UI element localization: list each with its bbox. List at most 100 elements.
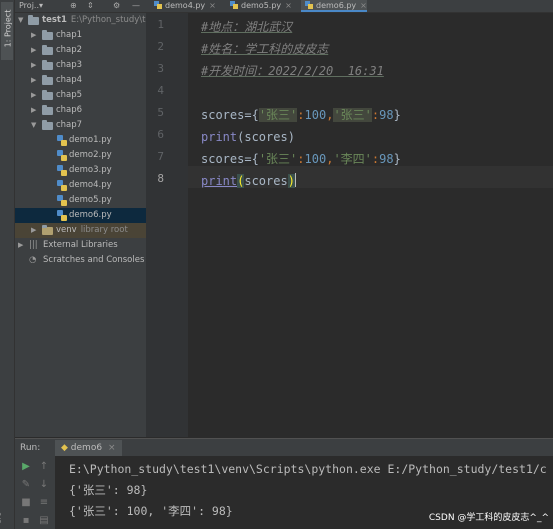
file-label: demo6.py — [69, 210, 112, 220]
tab-demo4[interactable]: demo4.py × — [150, 0, 216, 12]
text-caret — [294, 173, 296, 187]
python-file-icon — [305, 1, 313, 9]
tree-folder-chap3[interactable]: ▶ chap3 — [15, 58, 146, 73]
arguments: (scores) — [237, 130, 295, 144]
line-number: 4 — [157, 84, 164, 97]
tree-file-demo2[interactable]: demo2.py — [15, 148, 146, 163]
tab-demo5[interactable]: demo5.py × — [226, 0, 292, 12]
builtin-function: print — [201, 130, 238, 144]
comment: #开发时间：2022/2/20 16:31 — [201, 64, 384, 78]
brace: { — [251, 152, 259, 166]
expand-arrow-icon[interactable]: ▼ — [18, 13, 23, 28]
stop-icon[interactable]: ■ — [19, 496, 33, 510]
identifier: scores — [201, 152, 245, 166]
project-panel-header: Proj..▾ ⊕ ⇕ ⚙ — — [15, 0, 146, 13]
folder-label: chap3 — [56, 60, 83, 70]
folder-icon — [42, 90, 53, 100]
close-icon[interactable]: × — [209, 1, 216, 10]
comment: #地点：湖北武汉 — [201, 20, 293, 34]
code-line-7: scores={'张三':100,'李四':98} — [201, 148, 401, 170]
tree-folder-chap5[interactable]: ▶ chap5 — [15, 88, 146, 103]
expand-arrow-icon[interactable]: ▶ — [31, 43, 36, 58]
tree-file-demo1[interactable]: demo1.py — [15, 133, 146, 148]
close-icon[interactable]: × — [108, 443, 116, 453]
file-label: demo2.py — [69, 150, 112, 160]
code-line-8: print(scores) — [201, 170, 296, 192]
python-file-icon — [57, 195, 67, 206]
expand-arrow-icon[interactable]: ▶ — [31, 28, 36, 43]
folder-label: chap1 — [56, 30, 83, 40]
run-tool-header: Run: ◆ demo6 × — [15, 438, 553, 457]
operator: = — [244, 108, 252, 122]
tree-folder-venv[interactable]: ▶ venv library root — [15, 223, 146, 238]
down-arrow-icon[interactable]: ↓ — [37, 478, 51, 492]
run-tab-label: demo6 — [70, 443, 103, 453]
tab-demo6[interactable]: demo6.py × — [301, 0, 367, 12]
code-editor[interactable]: #地点：湖北武汉 #姓名：学工科的皮皮志 #开发时间：2022/2/20 16:… — [188, 13, 553, 437]
scratches-label: Scratches and Consoles — [43, 255, 145, 265]
project-tree: ▼ test1 E:\Python_study\te ▶ chap1 ▶ chap… — [15, 13, 147, 437]
expand-arrow-icon[interactable]: ▶ — [31, 223, 36, 238]
left-tool-strip: 1: Project ure — [0, 0, 15, 529]
tree-folder-chap4[interactable]: ▶ chap4 — [15, 73, 146, 88]
collapse-icon[interactable]: ⇕ — [87, 0, 94, 12]
tree-file-demo5[interactable]: demo5.py — [15, 193, 146, 208]
close-icon[interactable]: × — [360, 1, 367, 10]
tab-label: demo5.py — [241, 1, 282, 10]
code-line-2: #姓名：学工科的皮皮志 — [201, 38, 328, 60]
expand-arrow-icon[interactable]: ▶ — [31, 73, 36, 88]
line-number: 7 — [157, 150, 164, 163]
pin-icon[interactable]: ▪ — [19, 514, 33, 528]
tree-external-libraries[interactable]: ▶ ||| External Libraries — [15, 238, 146, 253]
tree-folder-chap1[interactable]: ▶ chap1 — [15, 28, 146, 43]
tree-folder-chap6[interactable]: ▶ chap6 — [15, 103, 146, 118]
wrench-icon[interactable]: ✎ — [19, 478, 33, 492]
line-number: 5 — [157, 106, 164, 119]
expand-arrow-icon[interactable]: ▶ — [31, 58, 36, 73]
folder-icon — [42, 45, 53, 55]
close-icon[interactable]: × — [285, 1, 292, 10]
print-icon[interactable]: ▤ — [37, 514, 51, 528]
line-number-current: 8 — [157, 172, 164, 185]
line-number: 6 — [157, 128, 164, 141]
code-line-1: #地点：湖北武汉 — [201, 16, 292, 38]
venv-note: library root — [80, 225, 128, 235]
matched-paren: ) — [287, 174, 295, 188]
project-tool-tab[interactable]: 1: Project — [1, 2, 13, 60]
python-file-icon — [57, 210, 67, 221]
project-view-dropdown[interactable]: Proj..▾ — [19, 0, 43, 12]
tree-file-demo6[interactable]: demo6.py — [15, 208, 146, 223]
expand-arrow-icon[interactable]: ▶ — [18, 238, 23, 253]
library-icon: ||| — [29, 240, 38, 250]
string-literal: '李四' — [333, 152, 372, 166]
up-arrow-icon[interactable]: ↑ — [37, 460, 51, 474]
target-icon[interactable]: ⊕ — [70, 0, 77, 12]
tree-root-test1[interactable]: ▼ test1 E:\Python_study\te — [15, 13, 146, 28]
builtin-function: print — [201, 174, 238, 188]
arguments: scores — [244, 174, 288, 188]
collapse-arrow-icon[interactable]: ▼ — [31, 118, 36, 133]
expand-arrow-icon[interactable]: ▶ — [31, 88, 36, 103]
run-tab-demo6[interactable]: ◆ demo6 × — [55, 440, 122, 456]
folder-icon — [28, 15, 39, 25]
expand-arrow-icon[interactable]: ▶ — [31, 103, 36, 118]
number-literal: 98 — [379, 152, 394, 166]
python-file-icon — [154, 1, 162, 9]
tree-folder-chap2[interactable]: ▶ chap2 — [15, 43, 146, 58]
identifier: scores — [201, 108, 245, 122]
tree-folder-chap7[interactable]: ▼ chap7 — [15, 118, 146, 133]
number-literal: 100 — [304, 152, 327, 166]
tree-scratches[interactable]: ◔ Scratches and Consoles — [15, 253, 146, 268]
tree-file-demo4[interactable]: demo4.py — [15, 178, 146, 193]
structure-tool-tab[interactable]: ure — [0, 510, 11, 526]
run-icon[interactable]: ▶ — [19, 460, 33, 474]
python-file-icon — [57, 150, 67, 161]
soft-wrap-icon[interactable]: ≡ — [37, 496, 51, 510]
operator: = — [244, 152, 252, 166]
tree-file-demo3[interactable]: demo3.py — [15, 163, 146, 178]
tab-label: demo6.py — [316, 1, 357, 10]
gear-icon[interactable]: ⚙ — [113, 0, 120, 12]
external-libraries-label: External Libraries — [43, 240, 118, 250]
file-label: demo4.py — [69, 180, 112, 190]
hide-panel-icon[interactable]: — — [132, 0, 140, 12]
